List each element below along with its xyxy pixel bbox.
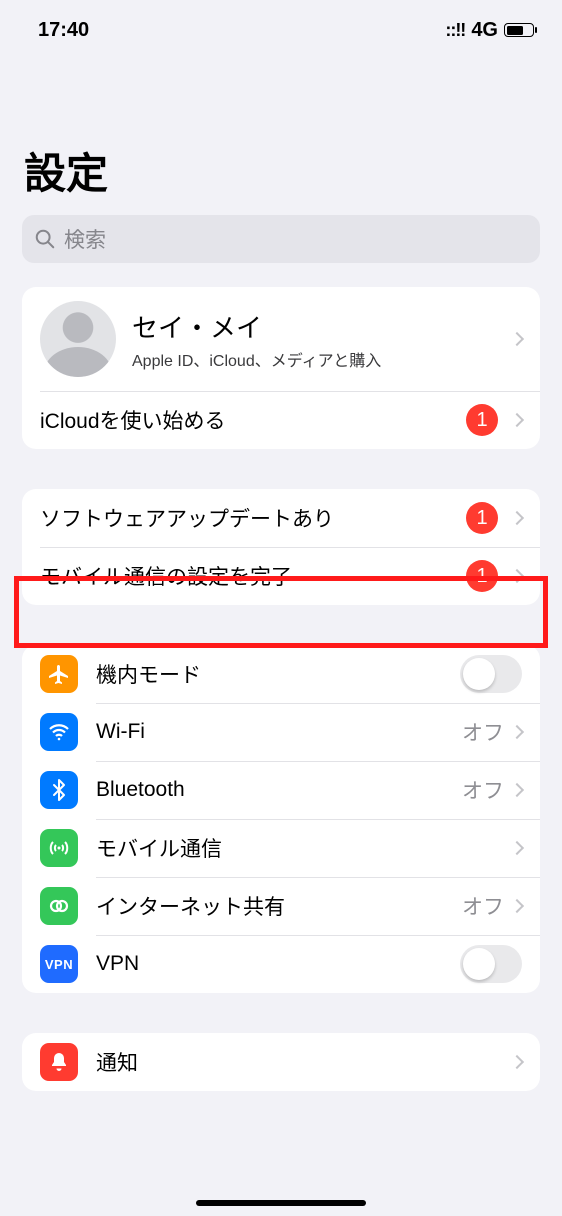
chevron-right-icon	[510, 511, 524, 525]
avatar	[40, 301, 116, 377]
wifi-icon	[40, 713, 78, 751]
icloud-start-row[interactable]: iCloudを使い始める 1	[22, 391, 540, 449]
chevron-right-icon	[510, 899, 524, 913]
profile-section: セイ・メイ Apple ID、iCloud、メディアと購入 iCloudを使い始…	[22, 287, 540, 449]
status-time: 17:40	[38, 19, 89, 42]
row-label: モバイル通信	[96, 833, 512, 863]
home-indicator[interactable]	[196, 1200, 366, 1206]
alerts-section: ソフトウェアアップデートあり 1 モバイル通信の設定を完了 1	[22, 489, 540, 605]
airplane-mode-row[interactable]: 機内モード	[22, 645, 540, 703]
chevron-right-icon	[510, 841, 524, 855]
airplane-icon	[40, 655, 78, 693]
row-value: オフ	[462, 775, 504, 805]
battery-icon	[504, 23, 534, 37]
notifications-icon	[40, 1043, 78, 1081]
row-label: iCloudを使い始める	[40, 405, 466, 435]
status-right: ::!! 4G	[445, 19, 534, 42]
search-input[interactable]: 検索	[22, 215, 540, 263]
search-icon	[34, 228, 56, 250]
profile-text: セイ・メイ Apple ID、iCloud、メディアと購入	[132, 308, 496, 371]
status-bar: 17:40 ::!! 4G	[0, 0, 562, 48]
bluetooth-row[interactable]: Bluetooth オフ	[22, 761, 540, 819]
hotspot-icon	[40, 887, 78, 925]
row-label: VPN	[96, 952, 460, 976]
cellular-row[interactable]: モバイル通信	[22, 819, 540, 877]
chevron-right-icon	[510, 332, 524, 346]
profile-name: セイ・メイ	[132, 308, 496, 345]
row-label: ソフトウェアアップデートあり	[40, 503, 466, 533]
search-placeholder: 検索	[64, 224, 106, 254]
notifications-row[interactable]: 通知	[22, 1033, 540, 1091]
row-label: インターネット共有	[96, 891, 462, 921]
notification-badge: 1	[466, 404, 498, 436]
network-label: 4G	[471, 19, 498, 42]
chevron-right-icon	[510, 569, 524, 583]
profile-subtitle: Apple ID、iCloud、メディアと購入	[132, 347, 496, 371]
row-value: オフ	[462, 717, 504, 747]
row-label: 機内モード	[96, 659, 460, 689]
chevron-right-icon	[510, 725, 524, 739]
row-label: モバイル通信の設定を完了	[40, 561, 466, 591]
notifications-section: 通知	[22, 1033, 540, 1091]
vpn-row[interactable]: VPN VPN	[22, 935, 540, 993]
vpn-icon: VPN	[40, 945, 78, 983]
page-title: 設定	[0, 48, 562, 215]
vpn-toggle[interactable]	[460, 945, 522, 983]
chevron-right-icon	[510, 783, 524, 797]
row-label: Wi-Fi	[96, 720, 462, 744]
notification-badge: 1	[466, 560, 498, 592]
bluetooth-icon	[40, 771, 78, 809]
software-update-row[interactable]: ソフトウェアアップデートあり 1	[22, 489, 540, 547]
notification-badge: 1	[466, 502, 498, 534]
cellular-icon	[40, 829, 78, 867]
profile-row[interactable]: セイ・メイ Apple ID、iCloud、メディアと購入	[22, 287, 540, 391]
chevron-right-icon	[510, 413, 524, 427]
signal-icon: ::!!	[445, 20, 465, 41]
wifi-row[interactable]: Wi-Fi オフ	[22, 703, 540, 761]
row-label: 通知	[96, 1047, 512, 1077]
cellular-setup-row[interactable]: モバイル通信の設定を完了 1	[22, 547, 540, 605]
row-label: Bluetooth	[96, 778, 462, 802]
hotspot-row[interactable]: インターネット共有 オフ	[22, 877, 540, 935]
connectivity-section: 機内モード Wi-Fi オフ Bluetooth オフ モバイル通信 インターネ…	[22, 645, 540, 993]
airplane-toggle[interactable]	[460, 655, 522, 693]
row-value: オフ	[462, 891, 504, 921]
chevron-right-icon	[510, 1055, 524, 1069]
